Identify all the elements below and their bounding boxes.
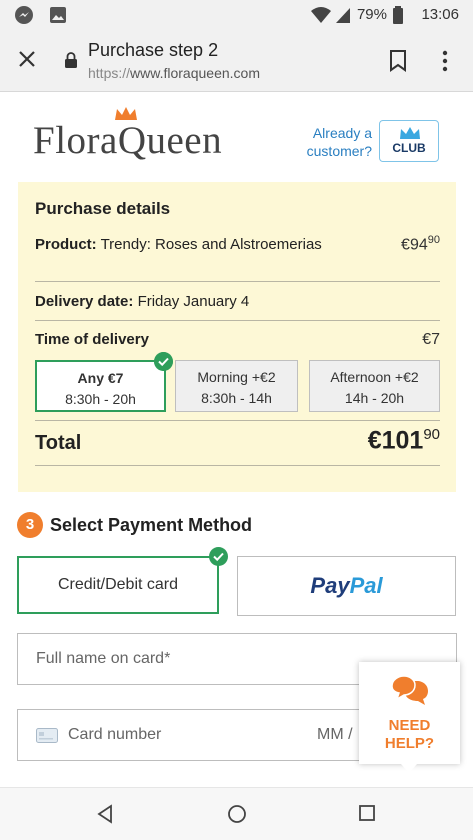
slot-hours: 14h - 20h bbox=[344, 390, 405, 406]
divider bbox=[35, 465, 440, 466]
club-label: CLUB bbox=[392, 141, 426, 155]
chat-bubbles-icon bbox=[391, 675, 428, 705]
wifi-icon bbox=[311, 7, 331, 23]
product-label: Product: bbox=[35, 236, 97, 253]
slot-title: Afternoon +€2 bbox=[330, 369, 419, 385]
divider bbox=[35, 320, 440, 321]
time-of-delivery-label: Time of delivery bbox=[35, 331, 149, 348]
recents-icon[interactable] bbox=[358, 804, 376, 822]
selected-check-icon bbox=[209, 547, 228, 566]
widget-tail bbox=[401, 764, 417, 773]
browser-toolbar: Purchase step 2 https://www.floraqueen.c… bbox=[0, 30, 473, 92]
product-price: €9490 bbox=[401, 234, 440, 254]
system-nav-bar bbox=[0, 787, 473, 840]
home-icon[interactable] bbox=[227, 804, 247, 824]
close-icon[interactable] bbox=[16, 48, 38, 70]
floraqueen-logo[interactable]: FloraQueen bbox=[33, 107, 223, 163]
delivery-date-row: Delivery date: Friday January 4 bbox=[35, 293, 440, 310]
club-button[interactable]: CLUB bbox=[379, 120, 439, 162]
url-bar[interactable]: https://www.floraqueen.com bbox=[88, 65, 260, 81]
divider bbox=[35, 281, 440, 282]
delivery-date-label: Delivery date: bbox=[35, 293, 134, 310]
delivery-date-value: Friday January 4 bbox=[137, 293, 250, 310]
time-of-delivery-row: Time of delivery bbox=[35, 331, 440, 348]
delivery-slot-afternoon[interactable]: Afternoon +€2 14h - 20h bbox=[309, 360, 440, 412]
total-label: Total bbox=[35, 432, 82, 454]
divider bbox=[35, 420, 440, 421]
total-amount: €10190 bbox=[367, 426, 440, 455]
delivery-slot-any[interactable]: Any €7 8:30h - 20h bbox=[35, 360, 166, 412]
selected-check-icon bbox=[154, 352, 173, 371]
paypal-logo-pay: Pay bbox=[310, 573, 350, 598]
bookmark-icon[interactable] bbox=[388, 49, 408, 73]
page-title: Purchase step 2 bbox=[88, 40, 219, 60]
full-name-placeholder: Full name on card* bbox=[36, 650, 171, 667]
need-help-line2: HELP? bbox=[384, 735, 435, 752]
paypal-logo-pal: Pal bbox=[349, 573, 383, 598]
clock: 13:06 bbox=[421, 6, 459, 23]
payment-method-title: Select Payment Method bbox=[50, 515, 253, 535]
more-options-icon[interactable] bbox=[440, 49, 450, 73]
logo-text-queen: Queen bbox=[117, 119, 223, 162]
status-bar: 79% 13:06 bbox=[0, 0, 473, 30]
expiry-placeholder: MM / bbox=[317, 726, 353, 743]
slot-title: Any €7 bbox=[77, 370, 124, 386]
already-customer-link[interactable]: Already a customer? bbox=[296, 124, 372, 160]
gallery-icon bbox=[50, 7, 66, 23]
messenger-icon bbox=[15, 6, 33, 24]
purchase-details-heading: Purchase details bbox=[35, 199, 171, 218]
crown-icon bbox=[115, 107, 137, 120]
slot-hours: 8:30h - 14h bbox=[201, 390, 272, 406]
battery-percent: 79% bbox=[356, 6, 387, 23]
purchase-details-panel: Purchase details Product: Trendy: Roses … bbox=[18, 182, 456, 492]
delivery-slot-morning[interactable]: Morning +€2 8:30h - 14h bbox=[175, 360, 298, 412]
logo-text-flora: Flora bbox=[33, 119, 118, 162]
card-number-placeholder: Card number bbox=[68, 726, 162, 743]
need-help-line1: NEED bbox=[388, 717, 431, 734]
need-help-widget[interactable]: NEED HELP? bbox=[359, 662, 460, 773]
paypal-option[interactable]: PayPal bbox=[237, 556, 456, 616]
back-icon[interactable] bbox=[96, 804, 114, 824]
url-scheme: https:// bbox=[88, 65, 131, 81]
product-row: Product: Trendy: Roses and Alstroemerias bbox=[35, 235, 325, 255]
club-crown-icon bbox=[400, 127, 420, 139]
credit-card-icon bbox=[36, 728, 58, 743]
slot-title: Morning +€2 bbox=[197, 369, 276, 385]
signal-icon bbox=[336, 8, 350, 23]
product-name: Trendy: Roses and Alstroemerias bbox=[100, 236, 322, 253]
credit-debit-card-option[interactable]: Credit/Debit card bbox=[17, 556, 219, 614]
slot-hours: 8:30h - 20h bbox=[65, 391, 136, 407]
time-of-delivery-price: €7 bbox=[422, 331, 440, 348]
lock-icon bbox=[65, 52, 77, 68]
step-number-badge: 3 bbox=[17, 512, 43, 538]
need-help-text: NEED HELP? bbox=[359, 717, 460, 753]
battery-icon bbox=[393, 6, 403, 24]
url-host: www.floraqueen.com bbox=[130, 65, 260, 81]
